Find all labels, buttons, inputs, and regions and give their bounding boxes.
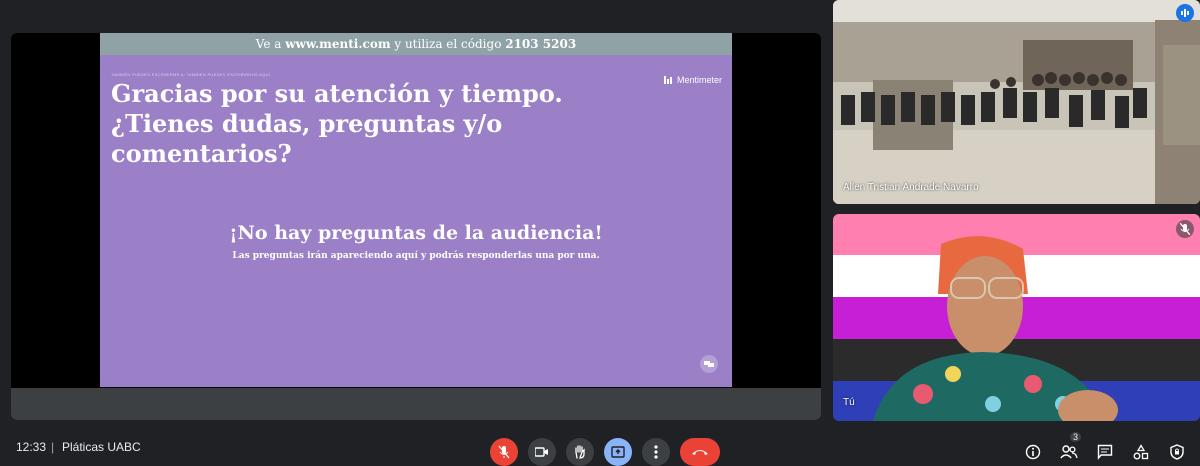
separator: |: [51, 440, 55, 454]
more-options-icon: [654, 445, 658, 459]
raise-hand-icon: [575, 445, 585, 459]
empty-state-subtitle: Las preguntas irán apareciendo aquí y po…: [232, 251, 600, 261]
mic-off-icon: [1176, 220, 1194, 238]
slide-caption: TAMBIÉN PUEDES ESCRIBIRME A: TAMBIEN PUE…: [111, 72, 271, 77]
people-icon: [1060, 445, 1078, 459]
camera-toggle-button[interactable]: [528, 438, 556, 466]
participant-name-remote: Allen Tristian Andrade Navarro: [843, 182, 979, 193]
banner-url: www.menti.com: [285, 37, 391, 51]
people-button[interactable]: 3: [1056, 432, 1082, 466]
host-controls-icon: [1170, 444, 1184, 460]
slide-banner: Ve a www.menti.com y utiliza el código 2…: [100, 33, 732, 55]
chat-button[interactable]: [1092, 438, 1118, 466]
chat-icon: [1097, 444, 1113, 460]
present-icon: [611, 446, 625, 458]
presentation-stage: Ve a www.menti.com y utiliza el código 2…: [11, 33, 821, 420]
banner-prefix: Ve a: [255, 37, 286, 51]
host-controls-button[interactable]: [1164, 438, 1190, 466]
activities-button[interactable]: [1128, 438, 1154, 466]
banner-mid: y utiliza el código: [390, 37, 506, 51]
info-icon: [1025, 444, 1041, 460]
empty-state-title: ¡No hay preguntas de la audiencia!: [229, 222, 603, 244]
participant-tile-remote[interactable]: Allen Tristian Andrade Navarro: [833, 0, 1200, 204]
participant-name-self: Tú: [843, 397, 855, 408]
clock: 12:33: [16, 440, 47, 454]
bottom-toolbar: 12:33 | Pláticas UABC 3: [0, 428, 1200, 466]
chat-bubble-icon[interactable]: [700, 355, 718, 373]
hang-up-icon: [692, 450, 708, 455]
meeting-name: Pláticas UABC: [62, 440, 141, 454]
activities-icon: [1133, 444, 1149, 460]
participant-tile-self[interactable]: Tú: [833, 214, 1200, 421]
self-video-feed: [833, 214, 1200, 421]
presentation-slide: Ve a www.menti.com y utiliza el código 2…: [100, 33, 732, 387]
mic-off-icon: [498, 445, 510, 459]
present-button[interactable]: [604, 438, 632, 466]
more-options-button[interactable]: [642, 438, 670, 466]
mentimeter-logo: Mentimeter: [663, 75, 722, 85]
hang-up-button[interactable]: [680, 438, 720, 466]
call-controls: [490, 438, 720, 466]
speaking-indicator-icon: [1176, 4, 1194, 22]
mic-toggle-button[interactable]: [490, 438, 518, 466]
side-panel-controls: 3: [1020, 432, 1190, 466]
participant-count-badge: 3: [1069, 432, 1081, 442]
banner-code: 2103 5203: [505, 37, 577, 51]
slide-title: Gracias por su atención y tiempo. ¿Tiene…: [111, 79, 563, 168]
meeting-details-button[interactable]: [1020, 438, 1046, 466]
room-video-feed: [833, 0, 1200, 204]
stage-bottom-strip: [11, 388, 821, 420]
brand-name: Mentimeter: [676, 75, 722, 85]
camera-icon: [535, 447, 548, 457]
raise-hand-button[interactable]: [566, 438, 594, 466]
